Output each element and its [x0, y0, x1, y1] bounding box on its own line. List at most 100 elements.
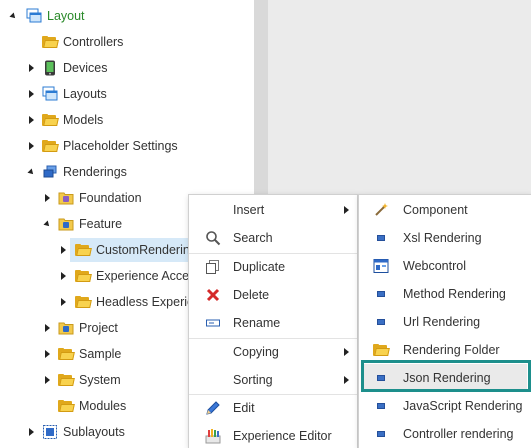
menu-item-label: Duplicate [233, 260, 286, 274]
collapse-arrow-icon[interactable] [42, 219, 52, 229]
menu-item-label: Edit [233, 401, 255, 415]
menu-item-label: Experience Editor [233, 429, 332, 443]
menu-item-sorting[interactable]: Sorting [189, 366, 357, 394]
tree-item-layout[interactable]: Layout [0, 3, 254, 29]
menu-item-label: Component [403, 203, 468, 217]
submenu-item-xsl-rendering[interactable]: Xsl Rendering [359, 224, 531, 252]
menu-item-label: Search [233, 231, 273, 245]
menu-item-label: Controller rendering [403, 427, 514, 441]
submenu-arrow-icon [344, 206, 349, 214]
folder-icon [58, 346, 75, 362]
menu-item-edit[interactable]: Edit [189, 394, 357, 422]
expand-arrow-icon[interactable] [42, 323, 52, 333]
tree-item-label: Controllers [63, 35, 124, 49]
submenu-item-controller-rendering[interactable]: Controller rendering [359, 420, 531, 448]
webcontrol-icon [373, 258, 389, 274]
tree-item-controllers[interactable]: Controllers [0, 29, 254, 55]
layout-icon [42, 86, 58, 102]
folder-icon [373, 342, 390, 358]
menu-item-copying[interactable]: Copying [189, 338, 357, 366]
tree-item-label: CustomRenderings [96, 243, 203, 257]
menu-item-label: Webcontrol [403, 259, 466, 273]
json-rendering-highlight [361, 360, 531, 392]
tree-item-models[interactable]: Models [0, 107, 254, 133]
tree-item-label: Models [63, 113, 104, 127]
expand-arrow-icon[interactable] [42, 375, 52, 385]
tree-item-label: Devices [63, 61, 108, 75]
folder-icon [42, 138, 59, 154]
submenu-item-javascript-rendering[interactable]: JavaScript Rendering [359, 392, 531, 420]
menu-item-delete[interactable]: Delete [189, 281, 357, 309]
module-folder-icon [58, 190, 74, 206]
submenu-item-webcontrol[interactable]: Webcontrol [359, 252, 531, 280]
tree-item-label: Feature [79, 217, 123, 231]
tree-item-renderings[interactable]: Renderings [0, 159, 254, 185]
tree-item-label: Layouts [63, 87, 107, 101]
submenu-item-method-rendering[interactable]: Method Rendering [359, 280, 531, 308]
tree-item-label: Modules [79, 399, 127, 413]
menu-item-rename[interactable]: Rename [189, 309, 357, 337]
menu-item-label: Xsl Rendering [403, 231, 482, 245]
tree-item-layouts[interactable]: Layouts [0, 81, 254, 107]
tree-item-label: Renderings [63, 165, 127, 179]
experience-editor-icon [205, 428, 221, 444]
expand-arrow-icon[interactable] [26, 427, 36, 437]
submenu-item-component[interactable]: Component [359, 196, 531, 224]
magic-wand-icon [373, 202, 389, 218]
menu-item-label: Sorting [233, 373, 273, 387]
menu-item-label: Rename [233, 316, 281, 330]
menu-item-experience-editor[interactable]: Experience Editor [189, 422, 357, 448]
expand-arrow-icon[interactable] [58, 297, 68, 307]
tree-item-label: Sublayouts [63, 425, 125, 439]
menu-item-label: Copying [233, 345, 279, 359]
expand-arrow-icon[interactable] [42, 349, 52, 359]
tree-item-label: Layout [47, 9, 85, 23]
tree-item-label: Placeholder Settings [63, 139, 178, 153]
context-menu: Insert Search Duplicate Delete Rename Co… [188, 194, 358, 448]
folder-icon [58, 372, 75, 388]
tree-item-label: Foundation [79, 191, 142, 205]
renderings-icon [42, 164, 58, 180]
expand-arrow-icon[interactable] [26, 63, 36, 73]
delete-icon [205, 287, 221, 303]
insert-submenu: Component Xsl Rendering Webcontrol Metho… [358, 194, 531, 448]
rendering-icon [373, 314, 389, 330]
folder-icon [75, 242, 92, 258]
collapse-arrow-icon[interactable] [26, 167, 36, 177]
expand-arrow-icon[interactable] [26, 141, 36, 151]
rendering-icon [373, 426, 389, 442]
menu-item-label: Url Rendering [403, 315, 481, 329]
module-folder-icon [58, 320, 74, 336]
expand-arrow-icon[interactable] [26, 89, 36, 99]
expand-arrow-icon[interactable] [42, 193, 52, 203]
menu-item-label: Method Rendering [403, 287, 506, 301]
module-folder-icon [58, 216, 74, 232]
menu-item-duplicate[interactable]: Duplicate [189, 253, 357, 281]
sublayout-icon [42, 424, 58, 440]
menu-item-label: JavaScript Rendering [403, 399, 523, 413]
pencil-icon [205, 400, 221, 416]
submenu-arrow-icon [344, 376, 349, 384]
rendering-icon [373, 398, 389, 414]
expand-arrow-icon[interactable] [58, 245, 68, 255]
menu-item-label: Delete [233, 288, 270, 302]
expand-arrow-icon[interactable] [8, 11, 18, 21]
expand-arrow-icon[interactable] [26, 115, 36, 125]
folder-icon [75, 268, 92, 284]
tree-item-label: Sample [79, 347, 122, 361]
folder-icon [58, 398, 75, 414]
tree-item-devices[interactable]: Devices [0, 55, 254, 81]
search-icon [205, 230, 221, 246]
folder-icon [75, 294, 92, 310]
rendering-icon [373, 230, 389, 246]
submenu-item-url-rendering[interactable]: Url Rendering [359, 308, 531, 336]
rendering-icon [373, 286, 389, 302]
menu-item-insert[interactable]: Insert [189, 196, 357, 224]
duplicate-icon [205, 259, 221, 275]
menu-item-search[interactable]: Search [189, 224, 357, 252]
tree-item-label: Project [79, 321, 118, 335]
submenu-arrow-icon [344, 348, 349, 356]
expand-arrow-icon[interactable] [58, 271, 68, 281]
device-icon [42, 60, 58, 76]
tree-item-placeholder-settings[interactable]: Placeholder Settings [0, 133, 254, 159]
